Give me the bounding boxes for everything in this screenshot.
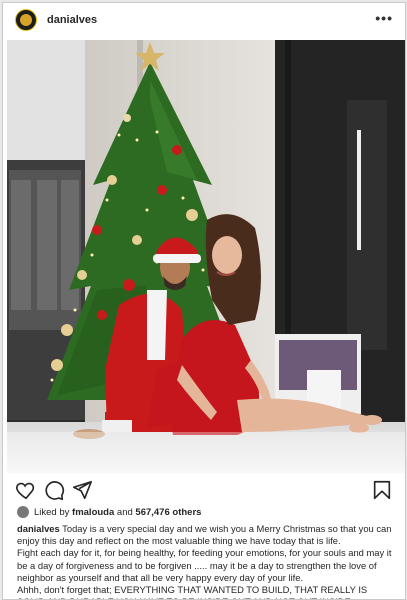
caption-text-1: Today is a very special day and we wish … xyxy=(17,523,392,547)
comment-icon[interactable] xyxy=(43,479,65,501)
post-caption: danialves Today is a very special day an… xyxy=(17,523,395,599)
liker-username[interactable]: fmalouda xyxy=(72,507,114,518)
post-header: danialves ••• xyxy=(3,3,405,39)
heart-icon[interactable] xyxy=(15,479,37,501)
caption-line-2: Fight each day for it, for being healthy… xyxy=(17,547,392,583)
share-icon[interactable] xyxy=(71,479,93,501)
caption-line-1: danialves Today is a very special day an… xyxy=(17,523,395,547)
avatar[interactable] xyxy=(15,9,37,31)
post-photo[interactable] xyxy=(7,40,405,473)
post-username[interactable]: danialves xyxy=(47,14,97,26)
likes-summary: Liked by fmalouda and 567,476 others xyxy=(17,506,201,518)
liker-avatar[interactable] xyxy=(17,506,29,518)
likes-and: and xyxy=(116,506,133,518)
likes-prefix: Liked by xyxy=(34,506,70,518)
more-options-icon[interactable]: ••• xyxy=(375,10,393,26)
action-bar xyxy=(3,479,405,501)
christmas-photo xyxy=(7,40,405,473)
instagram-post: danialves ••• Liked by fmalouda and 567,… xyxy=(2,2,406,600)
likes-count[interactable]: 567,476 others xyxy=(135,507,201,518)
caption-username[interactable]: danialves xyxy=(17,523,60,534)
bookmark-icon[interactable] xyxy=(371,479,393,501)
caption-line-3: Ahhh, don't forget that; EVERYTHING THAT… xyxy=(17,584,368,599)
